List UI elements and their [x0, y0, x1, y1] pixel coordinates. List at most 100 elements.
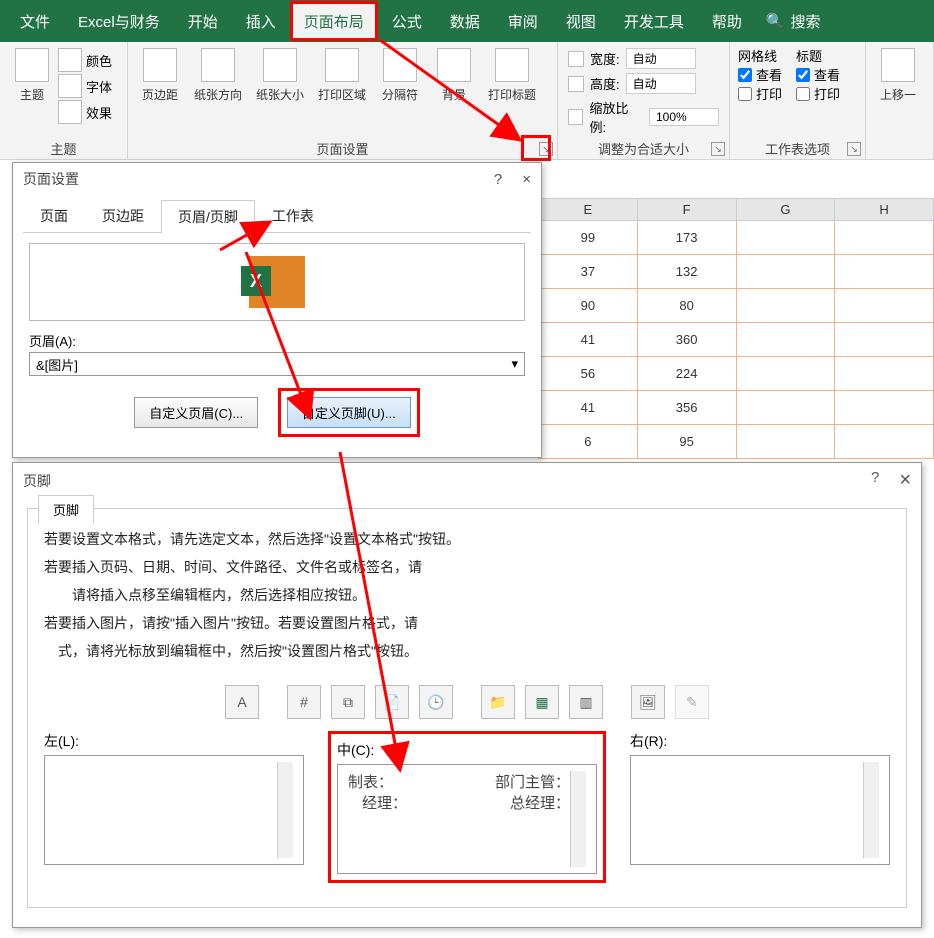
- tab-page-layout[interactable]: 页面布局: [290, 1, 378, 41]
- gridlines-print[interactable]: 打印: [738, 84, 782, 103]
- cell[interactable]: [835, 425, 934, 459]
- cell[interactable]: 95: [637, 425, 736, 459]
- cell[interactable]: [736, 357, 835, 391]
- cell[interactable]: 41: [539, 391, 638, 425]
- tab-help[interactable]: 帮助: [698, 0, 756, 42]
- cell[interactable]: 90: [539, 289, 638, 323]
- pages-button[interactable]: ⧉: [331, 685, 365, 719]
- cell[interactable]: 37: [539, 255, 638, 289]
- scrollbar[interactable]: [570, 771, 586, 867]
- file-path-button[interactable]: 📁: [481, 685, 515, 719]
- date-button[interactable]: 📄: [375, 685, 409, 719]
- cell[interactable]: 80: [637, 289, 736, 323]
- file-name-button[interactable]: ▦: [525, 685, 559, 719]
- sheet-name-button[interactable]: ▥: [569, 685, 603, 719]
- cell[interactable]: [835, 289, 934, 323]
- tab-sheet[interactable]: 工作表: [255, 199, 331, 232]
- left-section-input[interactable]: [44, 755, 304, 865]
- tab-insert[interactable]: 插入: [232, 0, 290, 42]
- table-row[interactable]: 56224: [539, 357, 934, 391]
- cell[interactable]: [736, 255, 835, 289]
- size-button[interactable]: 纸张大小: [250, 44, 310, 103]
- header-combo[interactable]: &[图片] ▾: [29, 352, 525, 376]
- help-icon[interactable]: ?: [494, 171, 502, 188]
- orientation-button[interactable]: 纸张方向: [188, 44, 248, 103]
- cell[interactable]: [835, 391, 934, 425]
- scrollbar[interactable]: [277, 762, 293, 858]
- insert-picture-button[interactable]: 🖼: [631, 685, 665, 719]
- search-box[interactable]: 🔍 搜索: [766, 11, 821, 32]
- gridlines-view[interactable]: 查看: [738, 65, 782, 84]
- height-select[interactable]: 自动: [626, 73, 696, 94]
- table-row[interactable]: 41360: [539, 323, 934, 357]
- cell[interactable]: 356: [637, 391, 736, 425]
- cell[interactable]: [835, 221, 934, 255]
- close-icon[interactable]: ×: [899, 469, 911, 492]
- themes-button[interactable]: 主题: [6, 44, 58, 124]
- cell[interactable]: [835, 323, 934, 357]
- cell[interactable]: 224: [637, 357, 736, 391]
- custom-header-button[interactable]: 自定义页眉(C)...: [134, 397, 258, 428]
- breaks-button[interactable]: 分隔符: [374, 44, 426, 103]
- background-button[interactable]: 背景: [428, 44, 480, 103]
- headings-print[interactable]: 打印: [796, 84, 840, 103]
- help-icon[interactable]: ?: [871, 469, 879, 492]
- tab-dev[interactable]: 开发工具: [610, 0, 698, 42]
- center-section-input[interactable]: 制表：部门主管： 经理：总经理：: [337, 764, 597, 874]
- right-section-input[interactable]: [630, 755, 890, 865]
- tab-page[interactable]: 页面: [23, 199, 85, 232]
- cell[interactable]: 360: [637, 323, 736, 357]
- cell[interactable]: 99: [539, 221, 638, 255]
- margins-button[interactable]: 页边距: [134, 44, 186, 103]
- cell[interactable]: [736, 289, 835, 323]
- table-row[interactable]: 37132: [539, 255, 934, 289]
- tab-margins[interactable]: 页边距: [85, 199, 161, 232]
- scale-select[interactable]: 100%: [649, 108, 719, 126]
- table-row[interactable]: 41356: [539, 391, 934, 425]
- print-area-button[interactable]: 打印区域: [312, 44, 372, 103]
- custom-footer-button[interactable]: 自定义页脚(U)...: [287, 397, 411, 428]
- tab-view[interactable]: 视图: [552, 0, 610, 42]
- tab-header-footer[interactable]: 页眉/页脚: [161, 200, 255, 233]
- tab-review[interactable]: 审阅: [494, 0, 552, 42]
- col-header-e[interactable]: E: [539, 199, 638, 221]
- format-text-button[interactable]: A: [225, 685, 259, 719]
- close-icon[interactable]: ×: [522, 171, 531, 188]
- table-row[interactable]: 695: [539, 425, 934, 459]
- theme-effects[interactable]: 效果: [58, 100, 112, 124]
- cell[interactable]: 132: [637, 255, 736, 289]
- tab-home[interactable]: 开始: [174, 0, 232, 42]
- cell[interactable]: [736, 425, 835, 459]
- footer-tab[interactable]: 页脚: [38, 495, 94, 524]
- cell[interactable]: [835, 255, 934, 289]
- tab-financial[interactable]: Excel与财务: [64, 0, 174, 42]
- col-header-f[interactable]: F: [637, 199, 736, 221]
- scrollbar[interactable]: [863, 762, 879, 858]
- tab-file[interactable]: 文件: [6, 0, 64, 42]
- spreadsheet[interactable]: E F G H 99173371329080413605622441356695: [538, 198, 934, 459]
- cell[interactable]: 173: [637, 221, 736, 255]
- page-number-button[interactable]: #: [287, 685, 321, 719]
- col-header-g[interactable]: G: [736, 199, 835, 221]
- theme-fonts[interactable]: 字体: [58, 74, 112, 98]
- time-button[interactable]: 🕒: [419, 685, 453, 719]
- scale-launcher[interactable]: ↘: [711, 142, 725, 156]
- sheetopts-launcher[interactable]: ↘: [847, 142, 861, 156]
- col-header-h[interactable]: H: [835, 199, 934, 221]
- theme-colors[interactable]: 颜色: [58, 48, 112, 72]
- headings-view[interactable]: 查看: [796, 65, 840, 84]
- tab-data[interactable]: 数据: [436, 0, 494, 42]
- cell[interactable]: [736, 391, 835, 425]
- cell[interactable]: 6: [539, 425, 638, 459]
- table-row[interactable]: 99173: [539, 221, 934, 255]
- width-select[interactable]: 自动: [626, 48, 696, 69]
- bring-forward-button[interactable]: 上移一: [872, 44, 924, 103]
- cell[interactable]: 41: [539, 323, 638, 357]
- table-row[interactable]: 9080: [539, 289, 934, 323]
- print-titles-button[interactable]: 打印标题: [482, 44, 542, 103]
- cell[interactable]: [736, 221, 835, 255]
- cell[interactable]: [736, 323, 835, 357]
- cell[interactable]: 56: [539, 357, 638, 391]
- cell[interactable]: [835, 357, 934, 391]
- format-picture-button[interactable]: ✎: [675, 685, 709, 719]
